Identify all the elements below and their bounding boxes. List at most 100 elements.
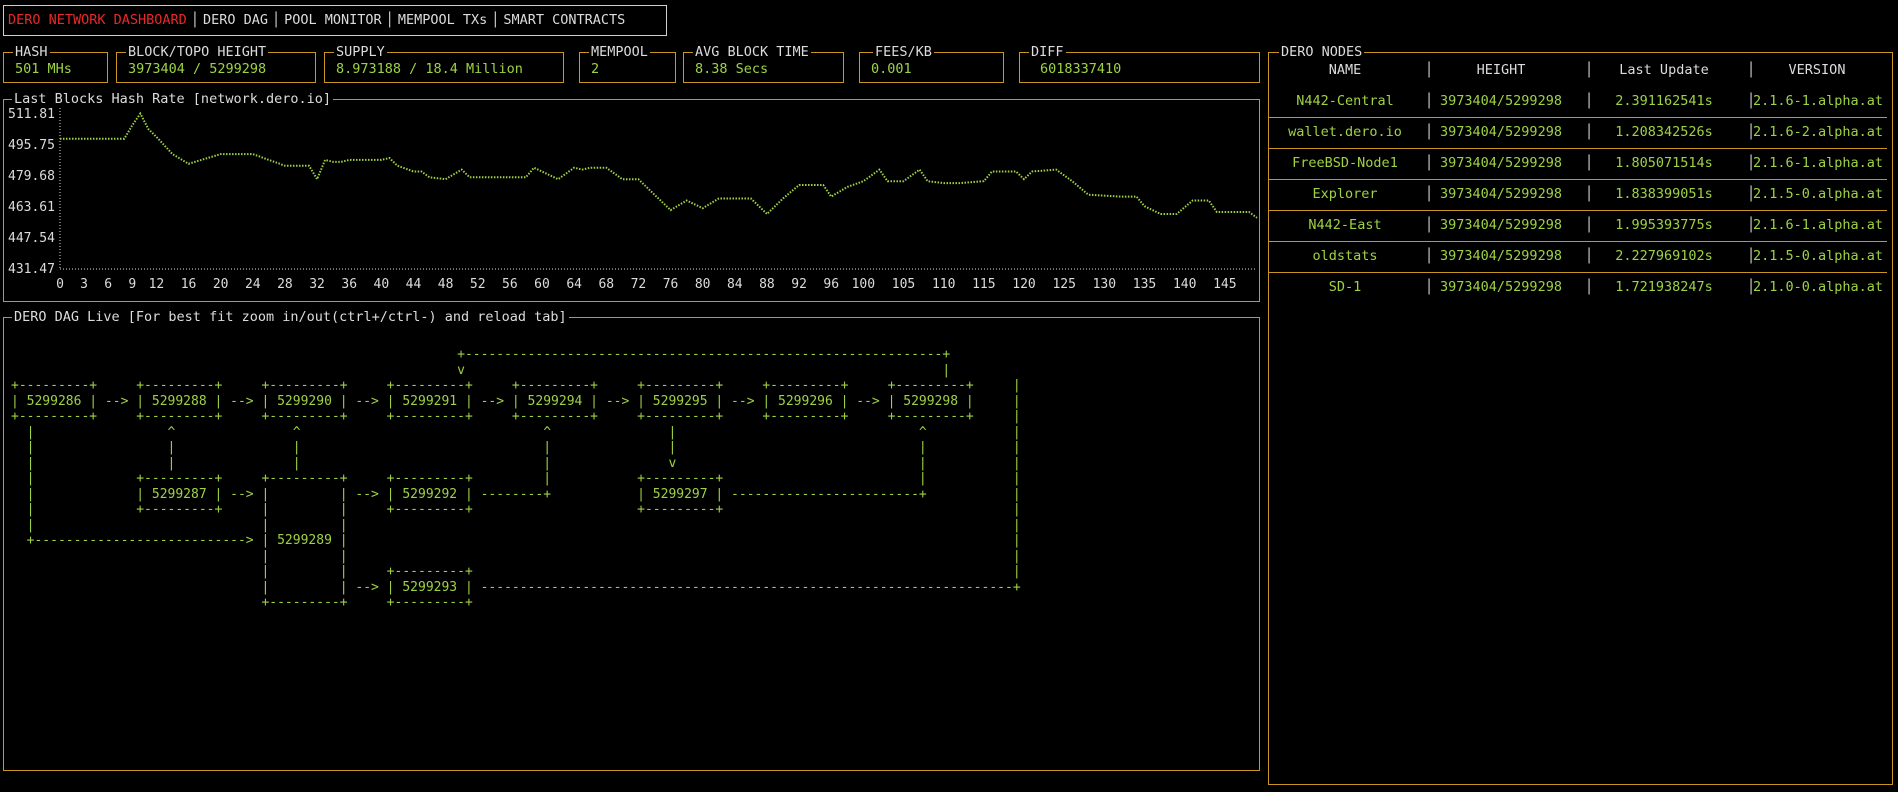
col-header-name: NAME xyxy=(1328,62,1362,78)
node-last-update: 1.838399051s xyxy=(1615,186,1713,202)
avg-block-time-label: AVG BLOCK TIME xyxy=(693,44,811,60)
hash-stat-box: HASH 501 MHs xyxy=(3,44,108,83)
x-tick-label: 6 xyxy=(104,277,112,292)
dag-title: DERO DAG Live [For best fit zoom in/out(… xyxy=(12,309,569,325)
x-tick-label: 28 xyxy=(277,277,293,292)
diff-stat-box: DIFF 6018337410 xyxy=(1019,44,1260,83)
x-tick-label: 72 xyxy=(631,277,647,292)
avg-block-time-stat-box: AVG BLOCK TIME 8.38 Secs xyxy=(683,44,844,83)
node-version: 2.1.6-1.alpha.at xyxy=(1753,93,1884,109)
col-header-version: VERSION xyxy=(1788,62,1846,78)
x-tick-label: 76 xyxy=(663,277,679,292)
x-tick-label: 130 xyxy=(1093,277,1116,292)
hashrate-chart-panel: Last Blocks Hash Rate [network.dero.io] … xyxy=(3,91,1260,302)
node-version: 2.1.0-0.alpha.at xyxy=(1753,279,1884,295)
avg-block-time-value: 8.38 Secs xyxy=(695,61,769,77)
diff-value: 6018337410 xyxy=(1040,61,1122,77)
x-tick-label: 16 xyxy=(181,277,197,292)
tab-separator: │ xyxy=(385,12,394,28)
diff-label: DIFF xyxy=(1029,44,1066,60)
x-tick-label: 60 xyxy=(534,277,550,292)
x-tick-label: 44 xyxy=(406,277,422,292)
table-row[interactable]: Explorer │ 3973404/5299298 │ 1.838399051… xyxy=(1269,179,1887,211)
tab-separator: │ xyxy=(190,12,199,28)
x-tick-label: 68 xyxy=(598,277,614,292)
x-tick-label: 135 xyxy=(1133,277,1156,292)
height-stat-box: BLOCK/TOPO HEIGHT 3973404 / 5299298 xyxy=(116,44,316,83)
height-label: BLOCK/TOPO HEIGHT xyxy=(126,44,269,60)
node-height: 3973404/5299298 xyxy=(1440,155,1562,171)
node-height: 3973404/5299298 xyxy=(1440,124,1562,140)
mempool-stat-box: MEMPOOL 2 xyxy=(579,44,676,83)
tab-dero-dag[interactable]: DERO DAG xyxy=(203,12,268,28)
hashrate-chart: 431.47447.54463.61479.68495.75511.810 3 6 9… xyxy=(8,107,1258,292)
x-tick-label: 64 xyxy=(566,277,582,292)
y-tick-label: 511.81 xyxy=(8,107,55,122)
tab-pool-monitor[interactable]: POOL MONITOR xyxy=(284,12,382,28)
dag-panel: DERO DAG Live [For best fit zoom in/out(… xyxy=(3,309,1260,771)
tab-separator: │ xyxy=(271,12,281,28)
col-header-last-update: Last Update xyxy=(1619,62,1709,78)
x-tick-label: 9 xyxy=(128,277,136,292)
tab-mempool-txs[interactable]: MEMPOOL TXs xyxy=(398,12,487,28)
x-tick-label: 96 xyxy=(823,277,839,292)
nodes-header-row: NAME │ HEIGHT │ Last Update │ VERSION xyxy=(1269,55,1887,86)
node-version: 2.1.5-0.alpha.at xyxy=(1753,186,1884,202)
node-name: FreeBSD-Node1 xyxy=(1292,155,1398,171)
fees-label: FEES/KB xyxy=(873,44,934,60)
node-name: wallet.dero.io xyxy=(1288,124,1402,140)
supply-value: 8.973188 / 18.4 Million xyxy=(336,61,523,77)
table-row[interactable]: wallet.dero.io │ 3973404/5299298 │ 1.208… xyxy=(1269,117,1887,149)
dag-graph: +---------------------------------------… xyxy=(11,347,1021,610)
node-version: 2.1.6-1.alpha.at xyxy=(1753,155,1884,171)
table-row[interactable]: N442-East │ 3973404/5299298 │ 1.99539377… xyxy=(1269,210,1887,242)
hash-value: 501 MHs xyxy=(15,61,72,77)
x-tick-label: 125 xyxy=(1052,277,1075,292)
y-tick-label: 447.54 xyxy=(8,231,55,246)
tab-separator: │ xyxy=(491,12,500,28)
x-tick-label: 48 xyxy=(438,277,454,292)
node-version: 2.1.6-2.alpha.at xyxy=(1753,124,1884,140)
table-row[interactable]: FreeBSD-Node1 │ 3973404/5299298 │ 1.8050… xyxy=(1269,148,1887,180)
hash-label: HASH xyxy=(13,44,50,60)
y-tick-label: 431.47 xyxy=(8,262,55,277)
mempool-label: MEMPOOL xyxy=(589,44,650,60)
node-last-update: 2.391162541s xyxy=(1615,93,1713,109)
x-tick-label: 56 xyxy=(502,277,518,292)
node-height: 3973404/5299298 xyxy=(1440,93,1562,109)
table-row[interactable]: N442-Central │ 3973404/5299298 │ 2.39116… xyxy=(1269,86,1887,118)
node-version: 2.1.6-1.alpha.at xyxy=(1753,217,1884,233)
tab-bar: DERO NETWORK DASHBOARD │ DERO DAG │ POOL MON… xyxy=(3,5,667,36)
x-tick-label: 84 xyxy=(727,277,743,292)
y-tick-label: 479.68 xyxy=(8,169,55,184)
dero-nodes-panel: DERO NODES NAME │ HEIGHT │ Last Update │… xyxy=(1268,44,1893,785)
node-last-update: 1.721938247s xyxy=(1615,279,1713,295)
table-row[interactable]: SD-1 │ 3973404/5299298 │ 1.721938247s │ … xyxy=(1269,272,1887,303)
node-name: N442-East xyxy=(1308,217,1382,233)
x-tick-label: 40 xyxy=(374,277,390,292)
fees-stat-box: FEES/KB 0.001 xyxy=(859,44,1004,83)
table-row[interactable]: oldstats │ 3973404/5299298 │ 2.227969102… xyxy=(1269,241,1887,273)
node-height: 3973404/5299298 xyxy=(1440,248,1562,264)
node-last-update: 2.227969102s xyxy=(1615,248,1713,264)
tab-smart-contracts[interactable]: SMART CONTRACTS xyxy=(503,12,625,28)
x-tick-label: 105 xyxy=(892,277,915,292)
x-tick-label: 20 xyxy=(213,277,229,292)
tab-network-dashboard[interactable]: DERO NETWORK DASHBOARD xyxy=(8,12,187,28)
node-name: oldstats xyxy=(1312,248,1378,264)
x-tick-label: 12 xyxy=(149,277,165,292)
x-tick-label: 36 xyxy=(341,277,357,292)
x-tick-label: 145 xyxy=(1213,277,1236,292)
hashrate-series-line xyxy=(60,111,1258,219)
height-value: 3973404 / 5299298 xyxy=(128,61,267,77)
x-tick-label: 115 xyxy=(972,277,995,292)
node-version: 2.1.5-0.alpha.at xyxy=(1753,248,1884,264)
x-tick-label: 100 xyxy=(852,277,875,292)
x-tick-label: 24 xyxy=(245,277,261,292)
x-tick-label: 0 xyxy=(56,277,64,292)
node-last-update: 1.208342526s xyxy=(1615,124,1713,140)
x-tick-label: 52 xyxy=(470,277,486,292)
x-tick-label: 3 xyxy=(80,277,88,292)
node-name: Explorer xyxy=(1312,186,1378,202)
x-tick-label: 140 xyxy=(1173,277,1196,292)
